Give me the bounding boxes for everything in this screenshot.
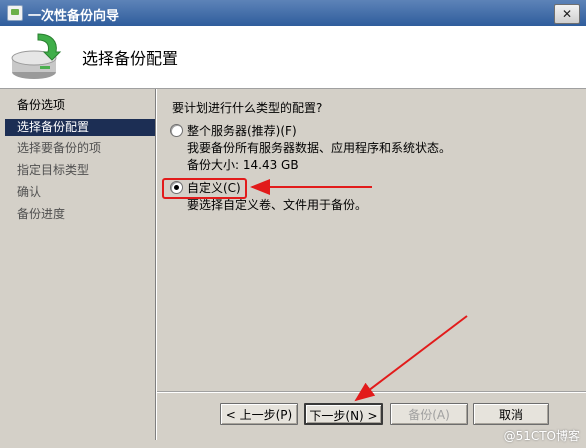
nav-item-confirmation[interactable]: 确认	[5, 184, 155, 201]
annotation-highlight-box	[162, 178, 247, 199]
app-icon	[7, 5, 23, 21]
annotation-arrow-next	[354, 315, 468, 402]
full-server-label[interactable]: 整个服务器(推荐)(F)	[187, 122, 297, 139]
full-server-description: 我要备份所有服务器数据、应用程序和系统状态。	[187, 141, 452, 155]
page-title: 选择备份配置	[82, 49, 179, 68]
nav-item-destination-type[interactable]: 指定目标类型	[5, 162, 155, 179]
button-separator	[157, 392, 586, 393]
next-button[interactable]: 下一步(N) >	[304, 403, 383, 425]
divider	[156, 89, 157, 440]
wizard-steps: 备份选项 选择备份配置 选择要备份的项 指定目标类型 确认 备份进度	[5, 89, 155, 439]
watermark: @51CTO博客	[503, 429, 580, 443]
config-question: 要计划进行什么类型的配置?	[172, 101, 323, 115]
wizard-header: 选择备份配置	[0, 26, 586, 89]
close-button[interactable]: ✕	[554, 4, 580, 24]
window-title: 一次性备份向导	[28, 9, 120, 24]
nav-item-backup-progress[interactable]: 备份进度	[5, 206, 155, 223]
full-server-radio[interactable]	[170, 124, 183, 137]
cancel-button[interactable]: 取消	[473, 403, 549, 425]
nav-item-select-config[interactable]: 选择备份配置	[5, 119, 155, 136]
nav-item-select-items[interactable]: 选择要备份的项	[5, 140, 155, 157]
title-bar: 一次性备份向导 ✕	[0, 0, 586, 26]
nav-item-backup-options[interactable]: 备份选项	[5, 97, 155, 114]
backup-size: 备份大小: 14.43 GB	[187, 158, 299, 172]
backup-button[interactable]: 备份(A)	[390, 403, 468, 425]
back-button[interactable]: < 上一步(P)	[220, 403, 298, 425]
backup-drive-icon	[11, 33, 62, 79]
